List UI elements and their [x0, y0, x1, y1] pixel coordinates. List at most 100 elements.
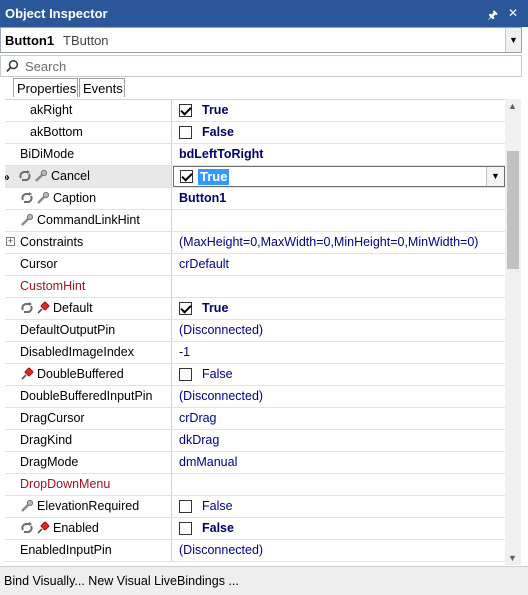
- property-row[interactable]: BiDiMode bdLeftToRight: [5, 144, 505, 166]
- property-value-cell[interactable]: False: [173, 122, 505, 143]
- property-row[interactable]: akBottom False: [5, 122, 505, 144]
- value-checkbox[interactable]: [179, 368, 192, 381]
- expert-icon: [34, 169, 48, 183]
- property-name-cell[interactable]: CommandLinkHint: [5, 210, 172, 231]
- object-selector[interactable]: Button1 TButton ▼: [0, 27, 522, 53]
- tab-properties[interactable]: Properties: [13, 78, 78, 97]
- value-checkbox[interactable]: [179, 104, 192, 117]
- property-name-cell[interactable]: DragKind: [5, 430, 172, 451]
- property-name-cell[interactable]: DoubleBuffered: [5, 364, 172, 385]
- property-name-cell[interactable]: » Cancel: [5, 166, 172, 187]
- property-row[interactable]: CommandLinkHint: [5, 210, 505, 232]
- property-value[interactable]: True: [198, 169, 230, 185]
- scroll-down-icon[interactable]: ▼: [508, 553, 517, 563]
- property-name-cell[interactable]: EnabledInputPin: [5, 540, 172, 561]
- property-value-cell[interactable]: [173, 210, 505, 231]
- property-name-cell[interactable]: DragMode: [5, 452, 172, 473]
- scroll-up-icon[interactable]: ▲: [508, 101, 517, 111]
- property-name-cell[interactable]: + Constraints: [5, 232, 172, 253]
- property-row[interactable]: DefaultOutputPin (Disconnected): [5, 320, 505, 342]
- object-class: TButton: [63, 33, 109, 48]
- expand-icon[interactable]: +: [6, 237, 15, 246]
- property-value-cell[interactable]: True: [173, 100, 505, 121]
- property-name: DropDownMenu: [20, 477, 111, 491]
- property-value-cell[interactable]: Button1: [173, 188, 505, 209]
- property-value-cell[interactable]: [173, 276, 505, 297]
- link-icon: [20, 301, 34, 315]
- value-checkbox[interactable]: [180, 170, 193, 183]
- property-row[interactable]: DoubleBufferedInputPin (Disconnected): [5, 386, 505, 408]
- property-row[interactable]: DragCursor crDrag: [5, 408, 505, 430]
- scrollbar-thumb[interactable]: [507, 151, 519, 269]
- property-name: Caption: [53, 191, 97, 205]
- value-checkbox[interactable]: [179, 500, 192, 513]
- property-name-cell[interactable]: DisabledImageIndex: [5, 342, 172, 363]
- property-row[interactable]: DropDownMenu: [5, 474, 505, 496]
- property-name-cell[interactable]: Default: [5, 298, 172, 319]
- property-name-cell[interactable]: DefaultOutputPin: [5, 320, 172, 341]
- property-name-cell[interactable]: DropDownMenu: [5, 474, 172, 495]
- property-row[interactable]: EnabledInputPin (Disconnected): [5, 540, 505, 562]
- property-name-cell[interactable]: akBottom: [5, 122, 172, 143]
- property-name: Constraints: [20, 235, 84, 249]
- property-name-cell[interactable]: Caption: [5, 188, 172, 209]
- property-value-cell[interactable]: False: [173, 496, 505, 517]
- footer-links[interactable]: Bind Visually... New Visual LiveBindings…: [4, 574, 239, 588]
- property-row[interactable]: CustomHint: [5, 276, 505, 298]
- title-bar: Object Inspector 🖈 ✕: [0, 0, 528, 27]
- property-row[interactable]: Enabled False: [5, 518, 505, 540]
- property-row[interactable]: Caption Button1: [5, 188, 505, 210]
- property-value: True: [202, 301, 229, 315]
- property-name-cell[interactable]: CustomHint: [5, 276, 172, 297]
- property-value-cell[interactable]: False: [173, 518, 505, 539]
- property-value-cell[interactable]: True: [173, 298, 505, 319]
- property-row[interactable]: akRight True: [5, 100, 505, 122]
- chevron-down-icon[interactable]: ▼: [505, 28, 521, 52]
- property-name-cell[interactable]: BiDiMode: [5, 144, 172, 165]
- property-name: BiDiMode: [20, 147, 75, 161]
- property-name-cell[interactable]: ElevationRequired: [5, 496, 172, 517]
- search-placeholder: Search: [25, 59, 67, 74]
- property-value: False: [202, 125, 234, 139]
- property-name-cell[interactable]: Enabled: [5, 518, 172, 539]
- property-row[interactable]: DragMode dmManual: [5, 452, 505, 474]
- property-value-cell[interactable]: crDrag: [173, 408, 505, 429]
- value-checkbox[interactable]: [179, 522, 192, 535]
- property-value-cell[interactable]: bdLeftToRight: [173, 144, 505, 165]
- property-row[interactable]: + Constraints (MaxHeight=0,MaxWidth=0,MinH…: [5, 232, 505, 254]
- pin-icon[interactable]: 🖈: [487, 6, 498, 27]
- property-name-cell[interactable]: Cursor: [5, 254, 172, 275]
- close-icon[interactable]: ✕: [508, 6, 518, 20]
- property-name-cell[interactable]: DragCursor: [5, 408, 172, 429]
- property-value-cell[interactable]: False: [173, 364, 505, 385]
- chevron-down-icon[interactable]: ▼: [486, 167, 504, 186]
- property-value-cell[interactable]: -1: [173, 342, 505, 363]
- vertical-scrollbar[interactable]: ▲ ▼: [505, 99, 521, 565]
- property-value-cell[interactable]: (MaxHeight=0,MaxWidth=0,MinHeight=0,MinW…: [173, 232, 505, 253]
- property-value-cell[interactable]: True ▼: [173, 166, 505, 187]
- property-value-cell[interactable]: dmManual: [173, 452, 505, 473]
- property-value: -1: [179, 345, 191, 359]
- property-value-cell[interactable]: [173, 474, 505, 495]
- property-name: Cursor: [20, 257, 58, 271]
- expert-icon: [36, 191, 50, 205]
- property-row[interactable]: Cursor crDefault: [5, 254, 505, 276]
- property-row[interactable]: DoubleBuffered False: [5, 364, 505, 386]
- property-row[interactable]: Default True: [5, 298, 505, 320]
- property-value-cell[interactable]: crDefault: [173, 254, 505, 275]
- property-value-cell[interactable]: dkDrag: [173, 430, 505, 451]
- property-row[interactable]: ElevationRequired False: [5, 496, 505, 518]
- property-row[interactable]: » Cancel True ▼: [5, 166, 505, 188]
- value-editor[interactable]: True ▼: [173, 166, 505, 187]
- tab-events[interactable]: Events: [79, 78, 125, 97]
- property-name-cell[interactable]: akRight: [5, 100, 172, 121]
- property-row[interactable]: DragKind dkDrag: [5, 430, 505, 452]
- property-value-cell[interactable]: (Disconnected): [173, 386, 505, 407]
- property-value-cell[interactable]: (Disconnected): [173, 540, 505, 561]
- search-input[interactable]: Search: [0, 55, 522, 77]
- property-row[interactable]: DisabledImageIndex -1: [5, 342, 505, 364]
- value-checkbox[interactable]: [179, 126, 192, 139]
- property-value-cell[interactable]: (Disconnected): [173, 320, 505, 341]
- value-checkbox[interactable]: [179, 302, 192, 315]
- property-name-cell[interactable]: DoubleBufferedInputPin: [5, 386, 172, 407]
